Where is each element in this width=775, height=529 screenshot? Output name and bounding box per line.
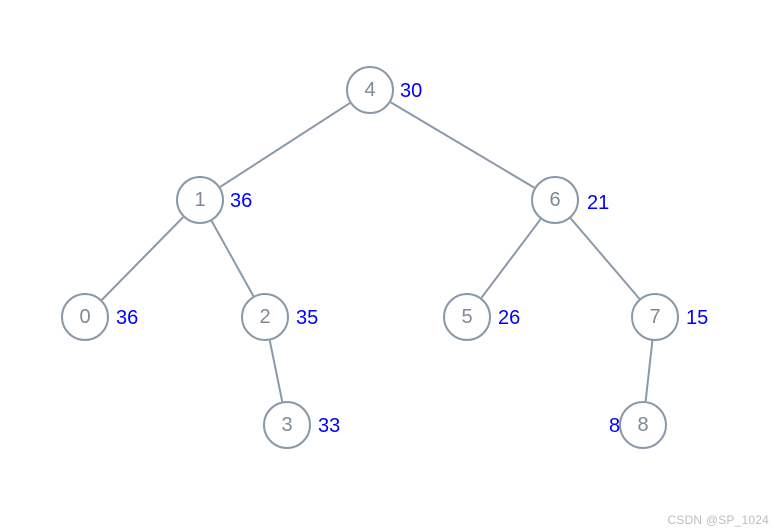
watermark: CSDN @SP_1024 xyxy=(668,513,770,527)
tree-node: 6 xyxy=(531,176,579,224)
node-annotation: 30 xyxy=(400,80,422,103)
tree-node: 3 xyxy=(263,401,311,449)
node-label: 4 xyxy=(364,79,375,102)
node-label: 6 xyxy=(549,189,560,212)
node-annotation: 8 xyxy=(609,415,620,438)
node-annotation: 36 xyxy=(116,307,138,330)
tree-node: 4 xyxy=(346,66,394,114)
tree-edge xyxy=(646,341,653,401)
tree-edge xyxy=(571,218,640,299)
tree-node: 8 xyxy=(619,401,667,449)
node-label: 0 xyxy=(79,306,90,329)
tree-node: 0 xyxy=(61,293,109,341)
node-label: 8 xyxy=(637,414,648,437)
node-label: 2 xyxy=(259,306,270,329)
tree-edge xyxy=(391,102,535,187)
tree-node: 5 xyxy=(443,293,491,341)
node-annotation: 35 xyxy=(296,307,318,330)
node-label: 5 xyxy=(461,306,472,329)
tree-edge xyxy=(481,219,540,298)
tree-edge xyxy=(212,221,254,296)
tree-diagram: 43013662103623552671533388 CSDN @SP_1024 xyxy=(0,0,775,529)
node-annotation: 21 xyxy=(587,192,609,215)
tree-node: 7 xyxy=(631,293,679,341)
tree-node: 1 xyxy=(176,176,224,224)
node-annotation: 15 xyxy=(686,307,708,330)
tree-edge xyxy=(102,217,183,300)
tree-edge xyxy=(220,103,350,187)
node-label: 1 xyxy=(194,189,205,212)
node-annotation: 26 xyxy=(498,307,520,330)
node-annotation: 36 xyxy=(230,190,252,213)
node-label: 3 xyxy=(281,414,292,437)
node-label: 7 xyxy=(649,306,660,329)
node-annotation: 33 xyxy=(318,415,340,438)
tree-edge xyxy=(270,341,282,402)
tree-node: 2 xyxy=(241,293,289,341)
